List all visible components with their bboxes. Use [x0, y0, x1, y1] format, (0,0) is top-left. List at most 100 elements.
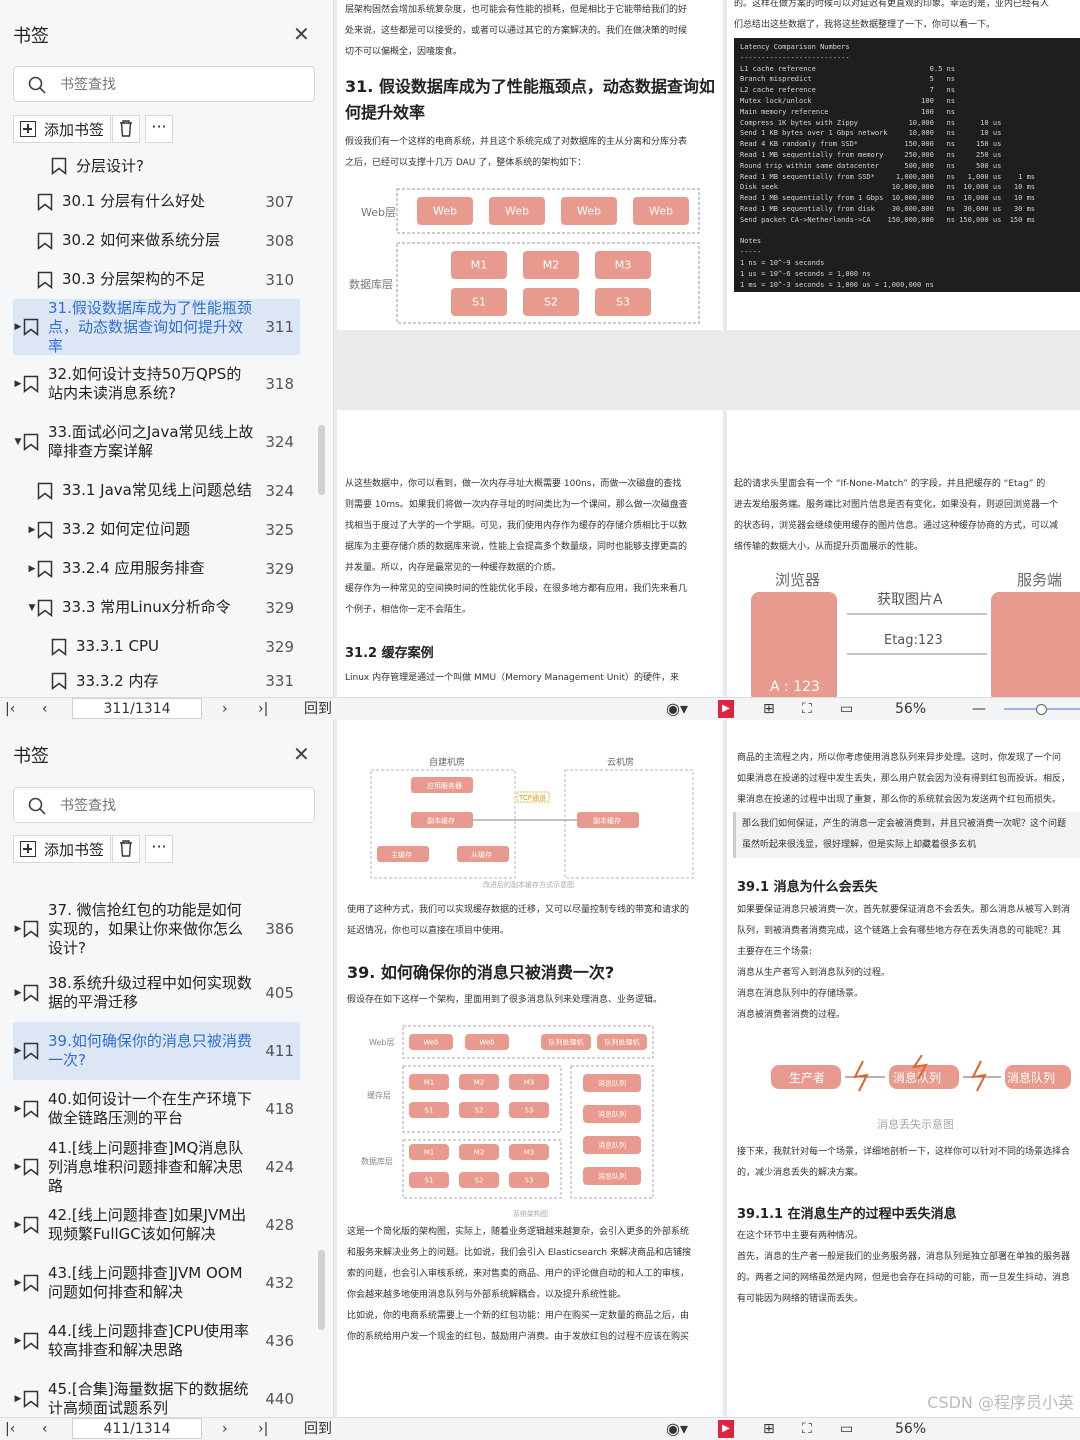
bookmark-item[interactable]: ▼ 33.3 常用Linux分析命令 329 — [13, 588, 300, 627]
expand-icon[interactable]: ▶ — [13, 1278, 23, 1288]
play-icon[interactable]: ▶ — [718, 1420, 734, 1438]
expand-icon[interactable]: ▶ — [13, 1104, 23, 1114]
fit-width-icon[interactable]: ⊞ — [763, 1419, 775, 1439]
text-line: 切不可以偏概全，因噎废食。 — [345, 47, 463, 57]
expand-icon[interactable]: ▶ — [27, 525, 37, 535]
copy-node: 副本缓存 — [593, 816, 621, 825]
paragraph: 起的请求头里面会有一个 “If-None-Match” 的字段，并且把缓存的 “… — [734, 474, 1080, 558]
eye-icon[interactable]: ◉▾ — [666, 699, 688, 719]
fit-width-icon[interactable]: ⊞ — [763, 699, 775, 719]
last-page-button[interactable]: ›| — [258, 1419, 268, 1439]
play-icon[interactable]: ▶ — [718, 700, 734, 718]
close-icon[interactable]: ✕ — [293, 22, 310, 46]
bookmark-search[interactable] — [13, 66, 315, 102]
bookmark-item[interactable]: 33.1 Java常见线上问题总结 324 — [13, 471, 300, 510]
add-bookmark-button[interactable]: 添加书签 — [13, 835, 112, 863]
first-page-button[interactable]: |‹ — [5, 1419, 15, 1439]
slave-node-label: S2 — [544, 296, 558, 309]
delete-bookmark-button[interactable] — [112, 115, 140, 143]
bookmark-item[interactable]: 30.3 分层架构的不足 310 — [13, 260, 300, 299]
queue-node: 消息队列 — [1007, 1070, 1055, 1085]
expand-icon[interactable]: ▶ — [13, 322, 23, 332]
zoom-level[interactable]: 56% — [895, 1419, 926, 1439]
bookmark-item[interactable]: 分层设计? — [13, 150, 300, 182]
bookmark-item[interactable]: ▶ 37. 微信抢红包的功能是如何实现的，如果让你来做你怎么设计? 386 — [13, 894, 300, 964]
web-layer-label: Web层 — [369, 1038, 394, 1047]
back-button[interactable]: 回到 — [304, 1419, 332, 1439]
bookmark-icon — [23, 1274, 39, 1292]
expand-icon[interactable]: ▶ — [27, 564, 37, 574]
bookmark-search[interactable] — [13, 787, 315, 823]
last-page-button[interactable]: ›| — [258, 699, 268, 719]
bookmark-item[interactable]: ▶ 42.[线上问题排查]如果JVM出现频繁FullGC该如何解决 428 — [13, 1196, 300, 1254]
expand-icon[interactable]: ▶ — [13, 1046, 23, 1056]
collapse-icon[interactable]: ▼ — [27, 603, 37, 613]
message-queue-node-label: 消息队列 — [598, 1140, 626, 1149]
bookmark-item[interactable]: ▶ 32.如何设计支持50万QPS的站内未读消息系统? 318 — [13, 355, 300, 413]
paragraph: 假设我们有一个这样的电商系统，并且这个系统完成了对数据库的主从分离和分库分表 之后… — [345, 132, 717, 174]
delete-bookmark-button[interactable] — [112, 835, 140, 863]
bookmark-item[interactable]: ▶ 43.[线上问题排查]JVM OOM问题如何排查和解决 432 — [13, 1254, 300, 1312]
expand-icon[interactable]: ▶ — [13, 1162, 23, 1172]
zoom-level[interactable]: 56% — [895, 699, 926, 719]
more-options-button[interactable]: ··· — [145, 835, 173, 863]
expand-icon[interactable]: ▶ — [13, 924, 23, 934]
add-icon — [20, 121, 36, 137]
single-page-icon[interactable]: ▭ — [840, 1419, 853, 1439]
more-options-button[interactable]: ··· — [145, 115, 173, 143]
bookmark-item[interactable]: 30.1 分层有什么好处 307 — [13, 182, 300, 221]
prev-page-button[interactable]: ‹ — [42, 699, 48, 719]
add-bookmark-button[interactable]: 添加书签 — [13, 115, 112, 143]
expand-icon[interactable]: ▶ — [13, 1336, 23, 1346]
text-line: 如果消息在投递的过程中发生丢失，那么用户就会因为没有得到红包而投诉。相反， — [737, 774, 1071, 784]
fit-page-icon[interactable]: ⛶ — [802, 1419, 812, 1439]
fit-page-icon[interactable]: ⛶ — [802, 699, 812, 719]
bookmark-item[interactable]: ▶ 39.如何确保你的消息只被消费一次? 411 — [13, 1022, 300, 1080]
collapse-icon[interactable]: ▼ — [13, 437, 23, 447]
bookmark-item[interactable]: ▶ 38.系统升级过程中如何实现数据的平滑迁移 405 — [13, 964, 300, 1022]
text-line: 消息在消息队列中的存储场景。 — [737, 989, 864, 999]
text-line: 个例子，相信你一定不会陌生。 — [345, 605, 472, 615]
close-icon[interactable]: ✕ — [293, 742, 310, 766]
expand-icon[interactable]: ▶ — [13, 379, 23, 389]
bookmark-item[interactable]: 30.2 如何来做系统分层 308 — [13, 221, 300, 260]
sidebar-scrollbar[interactable] — [318, 425, 325, 495]
web-node-label: Web — [649, 205, 673, 218]
bookmark-item[interactable]: ▶ 45.[合集]海量数据下的数据统计高频面试题系列 440 — [13, 1370, 300, 1417]
search-input[interactable] — [58, 73, 302, 97]
page-number-input[interactable]: 311/1314 — [72, 698, 202, 719]
bookmark-item[interactable]: 33.3.1 CPU 329 — [13, 627, 300, 666]
migration-diagram: 自建机房 云机房 应用服务器 副本缓存 副本缓存 主缓存 从缓存 TCP通道 改… — [370, 756, 694, 889]
expand-icon[interactable]: ▶ — [13, 1220, 23, 1230]
bookmark-item[interactable]: ▶ 31.假设数据库成为了性能瓶颈点，动态数据查询如何提升效率 311 — [13, 299, 300, 355]
eye-icon[interactable]: ◉▾ — [666, 1419, 688, 1439]
bookmark-label: 33.2 如何定位问题 — [62, 520, 191, 538]
search-input[interactable] — [58, 794, 302, 818]
single-page-icon[interactable]: ▭ — [840, 699, 853, 719]
back-button[interactable]: 回到 — [304, 699, 332, 719]
bookmark-item[interactable]: ▶ 44.[线上问题排查]CPU使用率较高排查和解决思路 436 — [13, 1312, 300, 1370]
first-page-button[interactable]: |‹ — [5, 699, 15, 719]
browser-label: 浏览器 — [775, 571, 820, 589]
bookmark-page: 428 — [265, 1216, 294, 1234]
next-page-button[interactable]: › — [222, 1419, 228, 1439]
zoom-out-button[interactable]: — — [972, 699, 986, 719]
bookmark-item[interactable]: ▶ 33.2.4 应用服务排查 329 — [13, 549, 300, 588]
request-label: 获取图片A — [877, 592, 943, 608]
zoom-slider[interactable] — [1004, 704, 1080, 715]
sidebar-scrollbar[interactable] — [318, 1250, 325, 1330]
page-number-input[interactable]: 411/1314 — [72, 1418, 202, 1439]
document-page: 自建机房 云机房 应用服务器 副本缓存 副本缓存 主缓存 从缓存 TCP通道 改… — [337, 720, 723, 1417]
text-line: 消息被消费者消费的过程。 — [737, 1010, 846, 1020]
paragraph: Linux 内存管理是通过一个叫做 MMU（Memory Management … — [345, 673, 680, 683]
bookmark-page: 386 — [265, 920, 294, 938]
prev-page-button[interactable]: ‹ — [42, 1419, 48, 1439]
next-page-button[interactable]: › — [222, 699, 228, 719]
bookmark-item[interactable]: 33.3.2 内存 331 — [13, 666, 300, 696]
bookmark-item[interactable]: ▼ 33.面试必问之Java常见线上故障排查方案详解 324 — [13, 413, 300, 471]
bookmark-item[interactable]: ▶ 40.如何设计一个在生产环境下做全链路压测的平台 418 — [13, 1080, 300, 1138]
expand-icon[interactable]: ▶ — [13, 1394, 23, 1404]
expand-icon[interactable]: ▶ — [13, 988, 23, 998]
bookmark-item[interactable]: ▶ 41.[线上问题排查]MQ消息队列消息堆积问题排查和解决思路 424 — [13, 1138, 300, 1196]
bookmark-item[interactable]: ▶ 33.2 如何定位问题 325 — [13, 510, 300, 549]
